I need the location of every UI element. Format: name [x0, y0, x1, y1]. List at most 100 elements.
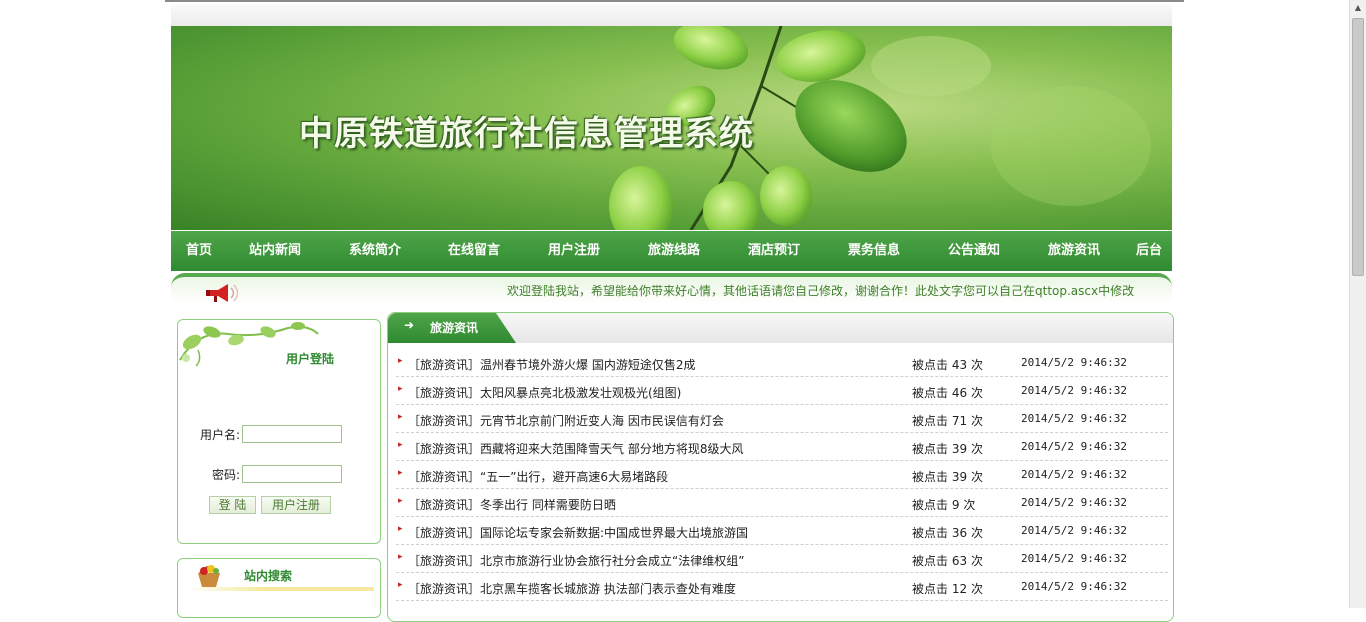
news-title-link[interactable]: ［旅游资讯］“五一”出行，避开高速6大易堵路段: [408, 468, 668, 485]
bullet-icon: ▸: [398, 552, 403, 562]
hits-count: 36: [951, 526, 968, 540]
hits-suffix: 次: [970, 526, 983, 540]
news-hits: 被点击 43 次: [912, 356, 983, 373]
news-date: 2014/5/2 9:46:32: [1021, 524, 1127, 537]
news-row[interactable]: ▸ ［旅游资讯］西藏将迎来大范围降雪天气 部分地方将现8级大风 被点击 39 次…: [396, 433, 1168, 461]
news-hits: 被点击 63 次: [912, 552, 983, 569]
marquee-bar: 欢迎登陆我站，希望能给你带来好心情，其他话语请您自己修改，谢谢合作！此处文字您可…: [171, 273, 1172, 303]
scroll-thumb[interactable]: [1352, 18, 1364, 276]
hits-count: 9: [951, 498, 960, 512]
news-title-link[interactable]: ［旅游资讯］温州春节境外游火爆 国内游短途仅售2成: [408, 356, 695, 373]
username-input[interactable]: [242, 425, 342, 443]
hits-count: 63: [951, 554, 968, 568]
news-row[interactable]: ▸ ［旅游资讯］“五一”出行，避开高速6大易堵路段 被点击 39 次 2014/…: [396, 461, 1168, 489]
nav-item-site-news[interactable]: 站内新闻: [249, 231, 301, 271]
bullet-icon: ▸: [398, 496, 403, 506]
bullet-icon: ▸: [398, 468, 403, 478]
nav-item-travel-info[interactable]: 旅游资讯: [1048, 231, 1100, 271]
site-title: 中原铁道旅行社信息管理系统: [299, 114, 754, 154]
megaphone-icon: [206, 284, 239, 302]
marquee-text: 欢迎登陆我站，希望能给你带来好心情，其他话语请您自己修改，谢谢合作！此处文字您可…: [507, 284, 1135, 298]
news-title-link[interactable]: ［旅游资讯］太阳风暴点亮北极激发壮观极光(组图): [408, 384, 681, 401]
nav-item-guestbook[interactable]: 在线留言: [448, 231, 500, 271]
login-button[interactable]: 登 陆: [209, 496, 256, 514]
news-header: ➜ 旅游资讯: [388, 313, 1173, 343]
gift-basket-icon: [198, 565, 220, 587]
hits-count: 71: [951, 414, 968, 428]
news-date: 2014/5/2 9:46:32: [1021, 356, 1127, 369]
hits-prefix: 被点击: [912, 358, 949, 372]
news-tab[interactable]: ➜ 旅游资讯: [388, 313, 516, 343]
news-date: 2014/5/2 9:46:32: [1021, 384, 1127, 397]
hits-suffix: 次: [970, 470, 983, 484]
password-input[interactable]: [242, 465, 342, 483]
bullet-icon: ▸: [398, 356, 403, 366]
news-row[interactable]: ▸ ［旅游资讯］北京市旅游行业协会旅行社分会成立“法律维权组” 被点击 63 次…: [396, 545, 1168, 573]
nav-item-about[interactable]: 系统简介: [349, 231, 401, 271]
hits-suffix: 次: [970, 582, 983, 596]
news-title-link[interactable]: ［旅游资讯］元宵节北京前门附近变人海 因市民误信有灯会: [408, 412, 724, 429]
login-panel: 用户登陆 用户名: 密码: 登 陆 用户注册: [177, 319, 381, 544]
hits-prefix: 被点击: [912, 414, 949, 428]
news-hits: 被点击 12 次: [912, 580, 983, 597]
search-title: 站内搜索: [244, 569, 293, 583]
header-banner: 中原铁道旅行社信息管理系统: [171, 26, 1172, 230]
password-row: 密码:: [212, 466, 240, 483]
news-title-link[interactable]: ［旅游资讯］冬季出行 同样需要防日晒: [408, 496, 616, 513]
news-title-link[interactable]: ［旅游资讯］国际论坛专家会新数据:中国成世界最大出境旅游国: [408, 524, 748, 541]
news-date: 2014/5/2 9:46:32: [1021, 440, 1127, 453]
hits-count: 43: [951, 358, 968, 372]
news-date: 2014/5/2 9:46:32: [1021, 496, 1127, 509]
hits-count: 39: [951, 470, 968, 484]
bullet-icon: ▸: [398, 384, 403, 394]
vertical-scrollbar[interactable]: ▲: [1349, 0, 1366, 608]
username-row: 用户名:: [200, 426, 240, 443]
hits-suffix: 次: [970, 554, 983, 568]
nav-item-tour-routes[interactable]: 旅游线路: [648, 231, 700, 271]
main-nav: 首页 站内新闻 系统简介 在线留言 用户注册 旅游线路 酒店预订 票务信息 公告…: [171, 231, 1172, 271]
hits-suffix: 次: [970, 358, 983, 372]
nav-item-notices[interactable]: 公告通知: [948, 231, 1000, 271]
hits-prefix: 被点击: [912, 554, 949, 568]
news-row[interactable]: ▸ ［旅游资讯］温州春节境外游火爆 国内游短途仅售2成 被点击 43 次 201…: [396, 349, 1168, 377]
bullet-icon: ▸: [398, 580, 403, 590]
bullet-icon: ▸: [398, 440, 403, 450]
nav-item-home[interactable]: 首页: [186, 231, 212, 271]
hits-prefix: 被点击: [912, 470, 949, 484]
bullet-icon: ▸: [398, 524, 403, 534]
news-hits: 被点击 9 次: [912, 496, 975, 513]
news-row[interactable]: ▸ ［旅游资讯］太阳风暴点亮北极激发壮观极光(组图) 被点击 46 次 2014…: [396, 377, 1168, 405]
hits-suffix: 次: [963, 498, 976, 512]
hits-suffix: 次: [970, 386, 983, 400]
news-date: 2014/5/2 9:46:32: [1021, 580, 1127, 593]
hits-count: 12: [951, 582, 968, 596]
news-title-link[interactable]: ［旅游资讯］西藏将迎来大范围降雪天气 部分地方将现8级大风: [408, 440, 743, 457]
login-title: 用户登陆: [286, 352, 335, 366]
news-hits: 被点击 39 次: [912, 440, 983, 457]
news-title-link[interactable]: ［旅游资讯］北京黑车揽客长城旅游 执法部门表示查处有难度: [408, 580, 736, 597]
register-button[interactable]: 用户注册: [261, 496, 331, 514]
scroll-up-arrow-icon[interactable]: ▲: [1350, 0, 1366, 16]
news-row[interactable]: ▸ ［旅游资讯］国际论坛专家会新数据:中国成世界最大出境旅游国 被点击 36 次…: [396, 517, 1168, 545]
password-label: 密码:: [212, 468, 241, 482]
news-row[interactable]: ▸ ［旅游资讯］元宵节北京前门附近变人海 因市民误信有灯会 被点击 71 次 2…: [396, 405, 1168, 433]
news-date: 2014/5/2 9:46:32: [1021, 412, 1127, 425]
news-date: 2014/5/2 9:46:32: [1021, 468, 1127, 481]
hits-prefix: 被点击: [912, 498, 949, 512]
username-label: 用户名:: [200, 428, 241, 442]
nav-item-admin[interactable]: 后台: [1136, 231, 1162, 271]
hits-prefix: 被点击: [912, 526, 949, 540]
site-search-panel: 站内搜索: [177, 558, 381, 618]
news-date: 2014/5/2 9:46:32: [1021, 552, 1127, 565]
news-row[interactable]: ▸ ［旅游资讯］北京黑车揽客长城旅游 执法部门表示查处有难度 被点击 12 次 …: [396, 573, 1168, 601]
nav-item-hotel-booking[interactable]: 酒店预订: [748, 231, 800, 271]
nav-item-tickets[interactable]: 票务信息: [848, 231, 900, 271]
news-row[interactable]: ▸ ［旅游资讯］冬季出行 同样需要防日晒 被点击 9 次 2014/5/2 9:…: [396, 489, 1168, 517]
hits-suffix: 次: [970, 414, 983, 428]
news-hits: 被点击 71 次: [912, 412, 983, 429]
search-title-underline: [186, 587, 374, 591]
arrow-right-icon: ➜: [404, 318, 415, 332]
news-hits: 被点击 46 次: [912, 384, 983, 401]
news-title-link[interactable]: ［旅游资讯］北京市旅游行业协会旅行社分会成立“法律维权组”: [408, 552, 744, 569]
nav-item-register[interactable]: 用户注册: [548, 231, 600, 271]
